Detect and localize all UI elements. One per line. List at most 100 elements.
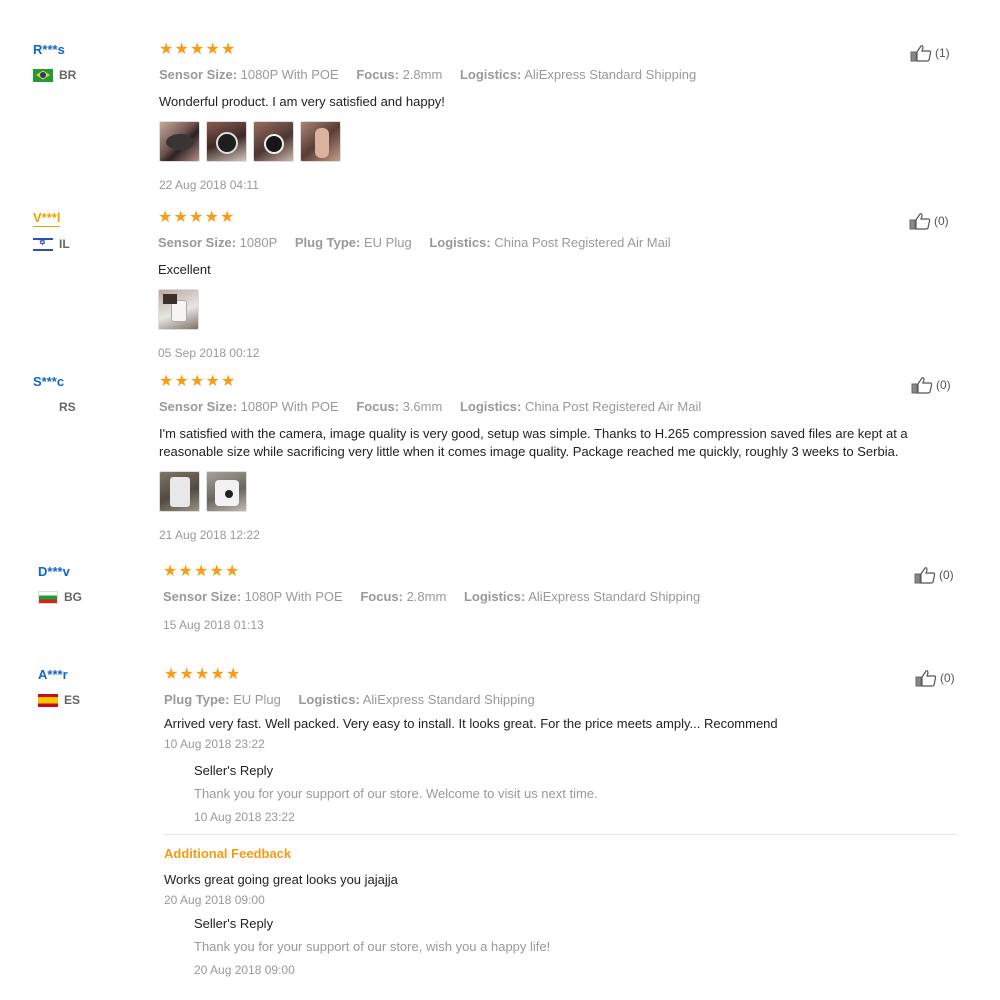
star-icon: ★ bbox=[225, 563, 240, 580]
seller-reply-date: 10 Aug 2018 23:22 bbox=[194, 810, 295, 824]
thumbs-up-icon bbox=[911, 377, 933, 394]
like-count: (1) bbox=[935, 46, 950, 60]
attr-label: Plug Type: bbox=[294, 235, 361, 250]
star-icon: ★ bbox=[179, 666, 194, 683]
additional-feedback-date: 20 Aug 2018 09:00 bbox=[164, 893, 265, 907]
seller-reply-date: 20 Aug 2018 09:00 bbox=[194, 963, 295, 977]
like-count: (0) bbox=[934, 214, 949, 228]
attr-value: AliExpress Standard Shipping bbox=[524, 67, 697, 82]
attr-label: Sensor Size: bbox=[158, 235, 237, 250]
review-comment: Excellent bbox=[158, 262, 211, 277]
purchase-attributes: Sensor Size: 1080P With POE Focus: 3.6mm… bbox=[159, 399, 958, 414]
star-icon: ★ bbox=[194, 563, 209, 580]
reviewer-name[interactable]: S***c bbox=[33, 374, 64, 390]
reviewer-name[interactable]: R***s bbox=[33, 42, 65, 58]
seller-reply-text: Thank you for your support of our store.… bbox=[194, 786, 598, 801]
attr-value: EU Plug bbox=[233, 692, 281, 707]
star-icon: ★ bbox=[204, 209, 219, 226]
attr-value: 1080P With POE bbox=[244, 589, 343, 604]
star-icon: ★ bbox=[209, 563, 224, 580]
review-photo-thumbnail[interactable] bbox=[253, 121, 294, 162]
country-code: IL bbox=[59, 237, 70, 251]
review-date: 15 Aug 2018 01:13 bbox=[163, 618, 264, 632]
star-icon: ★ bbox=[159, 373, 174, 390]
review-item: A***r ES ★ ★ ★ ★ ★ Plug Type: EU Plug Logist… bbox=[0, 667, 1000, 997]
review-body: ★ ★ ★ ★ ★ Sensor Size: 1080P With POE Focus:… bbox=[159, 374, 958, 542]
like-button[interactable]: (0) bbox=[915, 669, 955, 687]
reviewer-name[interactable]: V***l bbox=[33, 210, 61, 227]
reviewer-country: IL bbox=[33, 237, 143, 251]
attr-label: Focus: bbox=[356, 399, 399, 414]
attr-value: China Post Registered Air Mail bbox=[524, 399, 702, 414]
review-photo-thumbnail[interactable] bbox=[206, 121, 247, 162]
additional-feedback-text: Works great going great looks you jajajj… bbox=[164, 872, 398, 887]
attr-value: AliExpress Standard Shipping bbox=[362, 692, 535, 707]
seller-reply-text: Thank you for your support of our store,… bbox=[194, 939, 551, 954]
review-date: 22 Aug 2018 04:11 bbox=[159, 178, 259, 192]
country-code: RS bbox=[59, 400, 76, 414]
review-photos bbox=[159, 471, 958, 512]
like-button[interactable]: (0) bbox=[909, 212, 949, 230]
star-rating: ★ ★ ★ ★ ★ bbox=[158, 210, 958, 226]
reviewer-country: ES bbox=[38, 693, 148, 707]
star-icon: ★ bbox=[205, 373, 220, 390]
review-photo-thumbnail[interactable] bbox=[158, 289, 199, 330]
purchase-attributes: Sensor Size: 1080P Plug Type: EU Plug Lo… bbox=[158, 235, 958, 250]
seller-reply: Seller's Reply Thank you for your suppor… bbox=[194, 763, 958, 824]
seller-reply-title: Seller's Reply bbox=[194, 916, 274, 931]
brazil-flag-icon bbox=[33, 68, 53, 82]
star-rating: ★ ★ ★ ★ ★ bbox=[159, 42, 958, 58]
seller-reply: Seller's Reply Thank you for your suppor… bbox=[194, 916, 958, 977]
attr-value: AliExpress Standard Shipping bbox=[528, 589, 701, 604]
review-comment: I'm satisfied with the camera, image qua… bbox=[159, 425, 958, 461]
like-button[interactable]: (0) bbox=[914, 566, 954, 584]
thumbs-up-icon bbox=[909, 213, 931, 230]
reviewer-info: D***v BG bbox=[38, 564, 148, 604]
like-button[interactable]: (0) bbox=[911, 376, 951, 394]
star-rating: ★ ★ ★ ★ ★ bbox=[159, 374, 958, 390]
star-icon: ★ bbox=[189, 209, 204, 226]
like-count: (0) bbox=[939, 568, 954, 582]
star-icon: ★ bbox=[190, 41, 205, 58]
review-photo-thumbnail[interactable] bbox=[159, 471, 200, 512]
review-item: R***s BR ★ ★ ★ ★ ★ Sensor Size: 1080P With P… bbox=[0, 42, 1000, 202]
country-code: ES bbox=[64, 693, 81, 707]
divider bbox=[164, 834, 957, 835]
attr-label: Logistics: bbox=[463, 589, 526, 604]
country-code: BG bbox=[64, 590, 82, 604]
israel-flag-icon bbox=[33, 237, 53, 251]
reviewer-name[interactable]: D***v bbox=[38, 564, 70, 580]
star-rating: ★ ★ ★ ★ ★ bbox=[163, 564, 958, 580]
star-icon: ★ bbox=[159, 41, 174, 58]
review-comment-line: reasonable size while sacrificing very l… bbox=[159, 444, 899, 459]
attr-label: Sensor Size: bbox=[159, 67, 238, 82]
review-date: 10 Aug 2018 23:22 bbox=[164, 737, 265, 751]
review-body: ★ ★ ★ ★ ★ Sensor Size: 1080P With POE Focus:… bbox=[163, 564, 958, 633]
star-icon: ★ bbox=[195, 666, 210, 683]
thumbs-up-icon bbox=[915, 670, 937, 687]
review-body: ★ ★ ★ ★ ★ Plug Type: EU Plug Logistics: AliE… bbox=[164, 667, 958, 977]
reviewer-country: BR bbox=[33, 68, 143, 82]
review-photos bbox=[159, 121, 958, 162]
thumbs-up-icon bbox=[910, 45, 932, 62]
star-icon: ★ bbox=[178, 563, 193, 580]
attr-label: Logistics: bbox=[298, 692, 360, 707]
review-photo-thumbnail[interactable] bbox=[206, 471, 247, 512]
purchase-attributes: Sensor Size: 1080P With POE Focus: 2.8mm… bbox=[159, 67, 958, 82]
attr-value: China Post Registered Air Mail bbox=[494, 235, 671, 250]
attr-label: Focus: bbox=[360, 589, 403, 604]
purchase-attributes: Plug Type: EU Plug Logistics: AliExpress… bbox=[164, 692, 958, 707]
star-icon: ★ bbox=[205, 41, 220, 58]
star-icon: ★ bbox=[220, 209, 235, 226]
star-icon: ★ bbox=[163, 563, 178, 580]
attr-value: 1080P With POE bbox=[240, 67, 339, 82]
like-button[interactable]: (1) bbox=[910, 44, 950, 62]
review-photo-thumbnail[interactable] bbox=[159, 121, 200, 162]
attr-label: Logistics: bbox=[459, 399, 522, 414]
review-comment: Wonderful product. I am very satisfied a… bbox=[159, 94, 445, 109]
review-photo-thumbnail[interactable] bbox=[300, 121, 341, 162]
reviewer-name[interactable]: A***r bbox=[38, 667, 68, 683]
review-date: 21 Aug 2018 12:22 bbox=[159, 528, 260, 542]
star-icon: ★ bbox=[174, 373, 189, 390]
star-rating: ★ ★ ★ ★ ★ bbox=[164, 667, 958, 683]
